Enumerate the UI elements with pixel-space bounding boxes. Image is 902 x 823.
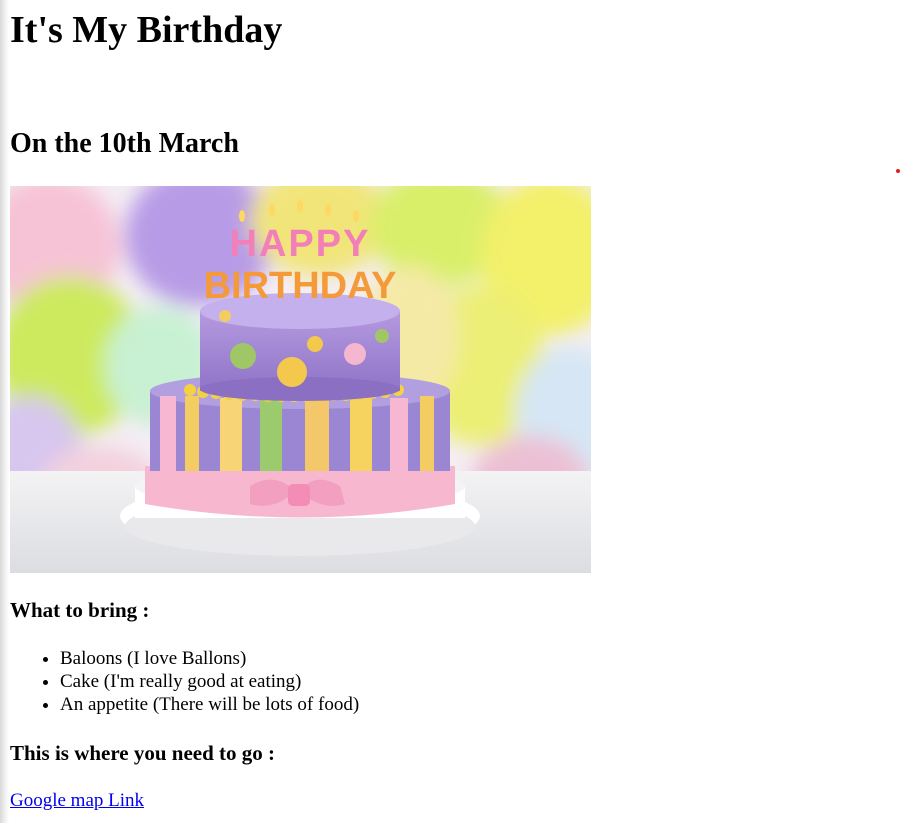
left-window-shadow (0, 0, 9, 823)
bring-list: Baloons (I love Ballons) Cake (I'm reall… (10, 647, 359, 716)
list-item: Baloons (I love Ballons) (60, 647, 359, 670)
birthday-cake-image: HAPPY BIRTHDAY (10, 186, 591, 573)
page-title: It's My Birthday (10, 9, 283, 51)
bring-heading: What to bring : (10, 598, 150, 622)
date-heading: On the 10th March (10, 128, 239, 159)
where-heading: This is where you need to go : (10, 741, 276, 765)
list-item: Cake (I'm really good at eating) (60, 670, 359, 693)
list-item: An appetite (There will be lots of food) (60, 693, 359, 716)
svg-text:BIRTHDAY: BIRTHDAY (204, 265, 397, 307)
google-map-link[interactable]: Google map Link (10, 789, 144, 813)
red-dot-marker (896, 169, 900, 173)
svg-text:HAPPY: HAPPY (230, 223, 371, 265)
